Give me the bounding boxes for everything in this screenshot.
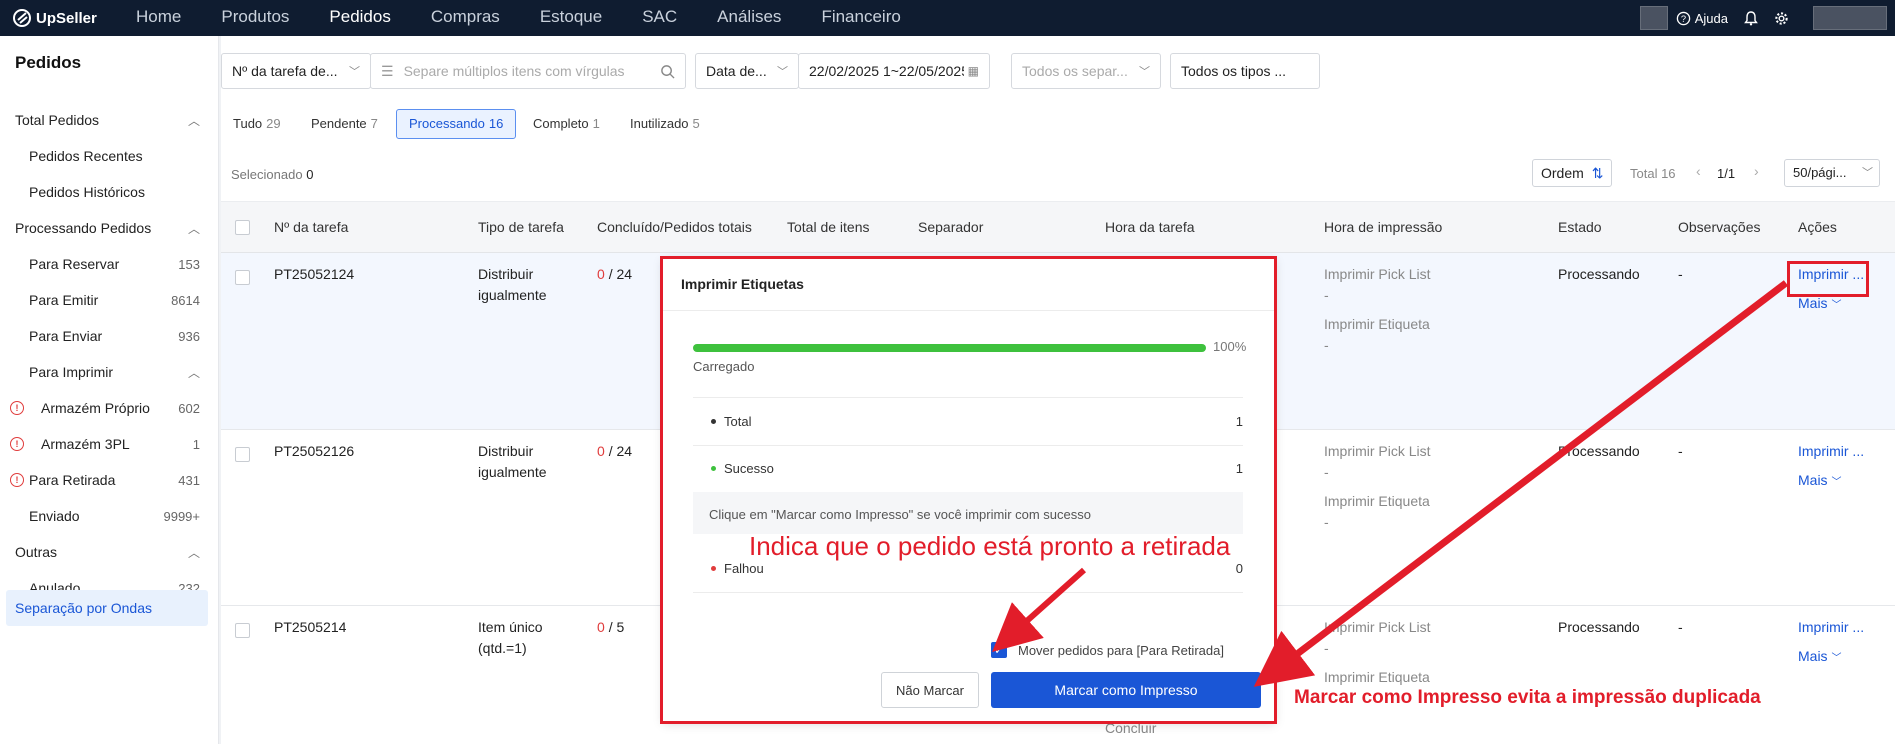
annotation-avoid-duplicate: Marcar como Impresso evita a impressão d… [1294,687,1761,708]
annotation-arrows [992,280,1789,687]
arrow-to-checkbox [992,567,1086,652]
annotation-ready-pickup: Indica que o pedido está pronto a retira… [749,531,1231,561]
arrow-to-mark-button [1253,280,1789,687]
